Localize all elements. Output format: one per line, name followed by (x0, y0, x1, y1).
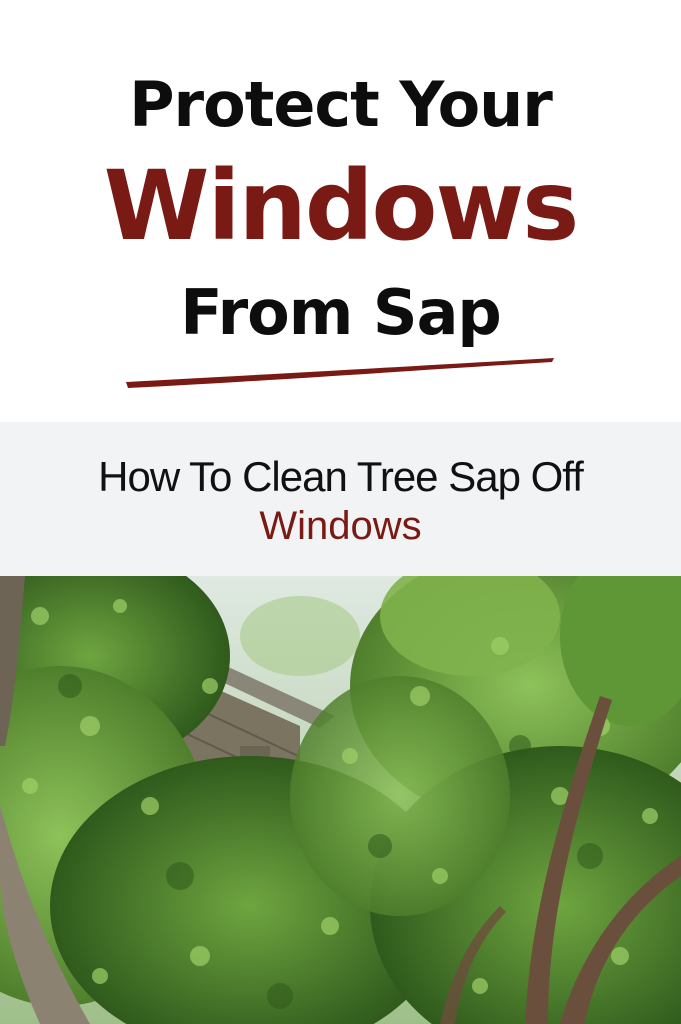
subheadline-band: How To Clean Tree Sap Off Windows (0, 422, 681, 576)
headline-block: Protect Your Windows From Sap (0, 0, 681, 422)
headline-line-3: From Sap (180, 276, 502, 349)
tree-photo-illustration (0, 576, 681, 1024)
tree-photo (0, 576, 681, 1024)
subheadline-line-2: Windows (259, 504, 422, 548)
headline-line-1: Protect Your (129, 68, 553, 141)
subheadline-line-1: How To Clean Tree Sap Off (98, 453, 584, 500)
headline-line-2: Windows (103, 150, 580, 262)
pin-graphic: Protect Your Windows From Sap How To Cle… (0, 0, 681, 1024)
brush-underline (126, 358, 554, 388)
